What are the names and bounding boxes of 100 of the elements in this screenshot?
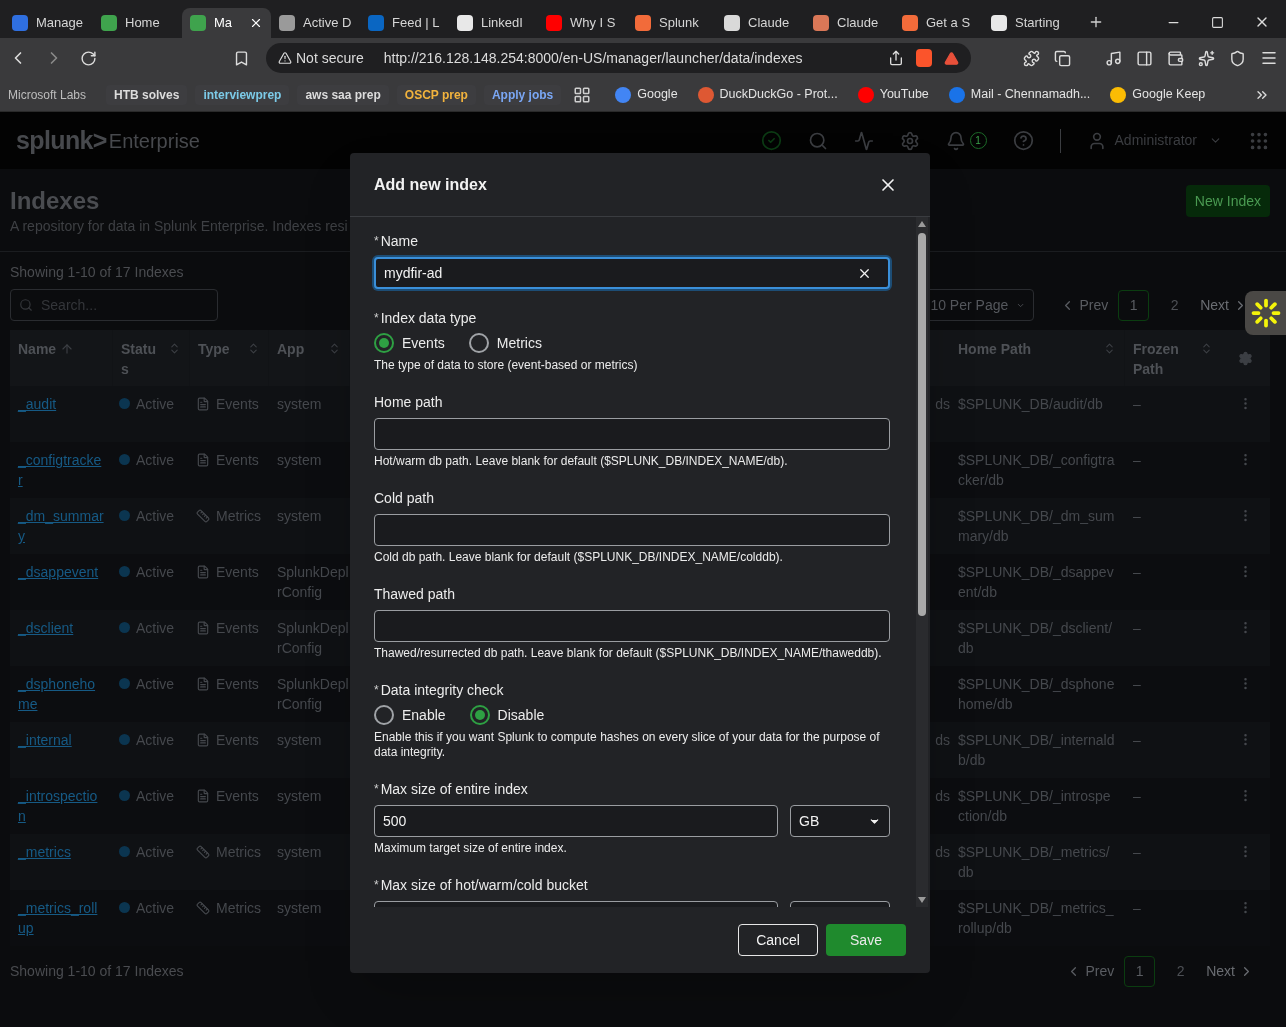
bookmark-chip[interactable]: aws saa prep <box>297 84 389 105</box>
results-count: Showing 1-10 of 17 Indexes <box>10 263 185 282</box>
url-text: http://216.128.148.254:8000/en-US/manager/launcher/data/indexes <box>383 48 804 68</box>
next-link[interactable]: Next <box>1206 961 1254 982</box>
browser-tab[interactable]: Starting <box>983 8 1072 38</box>
help-text: Enable this if you want Splunk to compute hashes on every slice of your data for the purpose of data integrity. <box>374 730 881 760</box>
bookmark-chip[interactable]: HTB solves <box>106 84 188 105</box>
type-text: Metrics <box>216 507 262 526</box>
help-text: Hot/warm db path. Leave blank for default ($SPLUNK_DB/INDEX_NAME/db). <box>374 454 789 469</box>
home-path-text: $SPLUNK_DB/_dsphonehome/db <box>958 675 1116 714</box>
table-cell: ds <box>935 788 950 804</box>
status-text: Active <box>136 451 175 470</box>
unit-dropdown[interactable]: GB <box>790 805 890 837</box>
required-mark: * <box>374 877 379 894</box>
prev-link[interactable]: Prev <box>1066 961 1115 982</box>
radio-option[interactable]: Enable <box>374 704 446 726</box>
home-path-text: $SPLUNK_DB/_dsappevent/db <box>958 563 1115 602</box>
app-text: system <box>277 507 323 526</box>
bookmark-link[interactable]: Google Keep <box>1110 85 1206 104</box>
home-path-text: $SPLUNK_DB/audit/db <box>958 395 1104 414</box>
address-bar[interactable]: Not secure http://216.128.148.254:8000/en-US/manager/launcher/data/indexes <box>266 43 971 73</box>
app-text: system <box>277 843 323 862</box>
bookmark-link[interactable]: YouTube <box>857 85 929 104</box>
prev-link[interactable]: Prev <box>1060 295 1109 316</box>
status-text: Active <box>136 787 175 806</box>
status-text: Active <box>136 507 175 526</box>
home-path-text: $SPLUNK_DB/_dsclient/db <box>958 619 1114 658</box>
frozen-path-text: – <box>1133 508 1141 524</box>
app-text: SplunkDepl rConfig <box>277 619 350 658</box>
field-label: Index data type <box>380 308 477 328</box>
field-label: Max size of entire index <box>380 779 528 799</box>
type-text: Events <box>216 619 259 638</box>
required-mark: * <box>374 233 379 250</box>
help-text: Maximum target size of entire index. <box>374 841 568 856</box>
browser-tab[interactable]: Splunk <box>627 8 716 38</box>
bookmark-link[interactable]: Google <box>615 85 678 104</box>
type-text: Metrics <box>216 899 262 918</box>
browser-tab[interactable]: Ma <box>182 8 271 38</box>
home-path-text: $SPLUNK_DB/_introspection/db <box>958 787 1112 826</box>
bookmark-link[interactable]: Mail - Chennamadh... <box>948 85 1091 104</box>
browser-tab[interactable]: Active D <box>271 8 360 38</box>
frozen-path-text: – <box>1133 732 1141 748</box>
required-mark: * <box>374 781 379 798</box>
status-text: Active <box>136 395 175 414</box>
app-text: system <box>277 787 323 806</box>
app-text: system <box>277 395 323 414</box>
bookmark-link[interactable]: DuckDuckGo - Prot... <box>697 85 838 104</box>
security-label[interactable]: Not secure <box>296 47 364 69</box>
frozen-path-text: – <box>1133 396 1141 412</box>
type-text: Events <box>216 451 259 470</box>
app-text: system <box>277 731 323 750</box>
frozen-path-text: – <box>1133 788 1141 804</box>
help-text: The type of data to store (event-based or metrics) <box>374 358 639 373</box>
frozen-path-text: – <box>1133 620 1141 636</box>
home-path-text: $SPLUNK_DB/_metrics_rollup/db <box>958 899 1115 938</box>
frozen-path-text: – <box>1133 564 1141 580</box>
help-text: Thawed/resurrected db path. Leave blank for default ($SPLUNK_DB/INDEX_NAME/thaweddb). <box>374 646 883 661</box>
input-field[interactable]: 500 <box>374 805 778 837</box>
page-title: Indexes <box>10 186 101 216</box>
browser-tab[interactable]: LinkedI <box>449 8 538 38</box>
type-text: Events <box>216 563 259 582</box>
cancel-button[interactable]: Cancel <box>738 924 818 956</box>
type-text: Events <box>216 787 259 806</box>
radio-option[interactable]: Events <box>374 332 445 354</box>
home-path-text: $SPLUNK_DB/_internaldb/db <box>958 731 1116 770</box>
save-button[interactable]: Save <box>826 924 906 956</box>
dialog-title: Add new index <box>374 174 487 195</box>
home-path-text: $SPLUNK_DB/_configtracker/db <box>958 451 1116 490</box>
browser-tab[interactable]: Manage <box>4 8 93 38</box>
field-label: Name <box>380 231 419 251</box>
frozen-path-text: – <box>1133 676 1141 692</box>
browser-tab[interactable]: Get a S <box>894 8 983 38</box>
help-text: Cold db path. Leave blank for default ($SPLUNK_DB/INDEX_NAME/colddb). <box>374 550 784 565</box>
bookmark-link[interactable]: Microsoft Labs <box>8 85 87 104</box>
home-path-text: $SPLUNK_DB/_dm_summary/db <box>958 507 1116 546</box>
field-label: Thawed path <box>374 584 455 604</box>
status-text: Active <box>136 675 175 694</box>
bookmark-chip[interactable]: OSCP prep <box>396 84 476 105</box>
browser-tab[interactable]: Claude <box>805 8 894 38</box>
status-text: Active <box>136 563 175 582</box>
field-label: Home path <box>374 392 443 412</box>
type-text: Events <box>216 395 259 414</box>
app-text: SplunkDepl rConfig <box>277 675 350 714</box>
browser-tab[interactable]: Why I S <box>538 8 627 38</box>
input-field[interactable]: mydfir-ad <box>374 257 890 289</box>
bookmark-chip[interactable]: Apply jobs <box>483 84 562 105</box>
browser-tab[interactable]: Feed | L <box>360 8 449 38</box>
radio-option[interactable]: Metrics <box>468 332 542 354</box>
type-text: Metrics <box>216 843 262 862</box>
app-text: SplunkDepl rConfig <box>277 563 350 602</box>
browser-tab[interactable]: Claude <box>716 8 805 38</box>
frozen-path-text: – <box>1133 844 1141 860</box>
type-text: Events <box>216 731 259 750</box>
next-link[interactable]: Next <box>1200 295 1248 316</box>
new-index-button[interactable]: New Index <box>1185 185 1270 217</box>
radio-option[interactable]: Disable <box>469 704 545 726</box>
status-text: Active <box>136 899 175 918</box>
browser-tab[interactable]: Home <box>93 8 182 38</box>
required-mark: * <box>374 682 379 699</box>
bookmark-chip[interactable]: interviewprep <box>195 84 290 105</box>
